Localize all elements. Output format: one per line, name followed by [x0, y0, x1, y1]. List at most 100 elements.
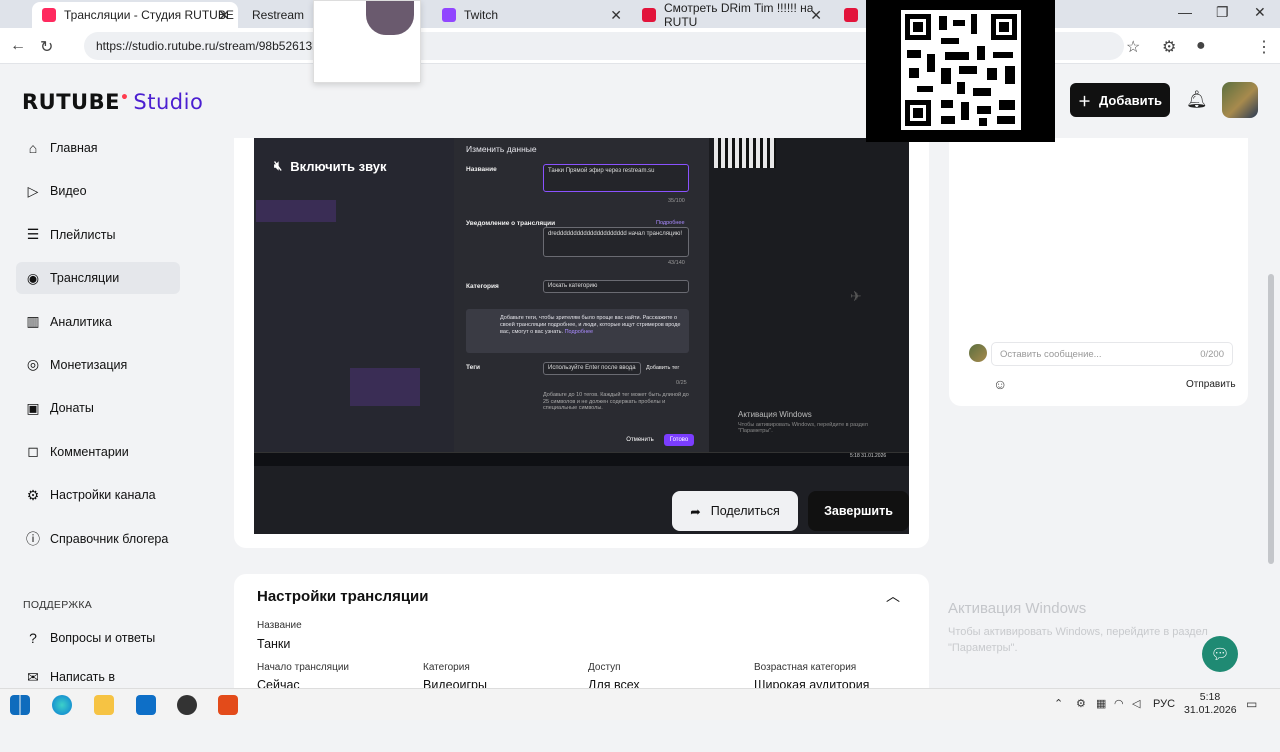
close-tab-icon[interactable]: ✕ [218, 7, 230, 24]
sidebar-item-monetization[interactable]: ◎ Монетизация [16, 349, 180, 381]
tab-label: Трансляции - Студия RUTUBE [64, 8, 234, 22]
close-window-icon[interactable]: ✕ [1254, 4, 1266, 21]
notify-count: 43/140 [668, 260, 685, 266]
back-arrow-icon[interactable]: ← [10, 37, 26, 55]
bell-icon[interactable]: 🔔︎ [1186, 90, 1208, 110]
sidebar-item-analytics[interactable]: ▥ Аналитика [16, 306, 180, 338]
name-field[interactable]: Танки Прямой эфир через restream.su [543, 164, 689, 192]
tab-rutube-studio[interactable]: Трансляции - Студия RUTUBE ✕ [32, 2, 238, 28]
sidebar-item-label: Донаты [50, 401, 94, 416]
category-search[interactable]: Искать категорию [543, 280, 689, 293]
sidebar-item-donations[interactable]: ▣ Донаты [16, 392, 180, 424]
stream-preview[interactable]: 🔇︎ Включить звук Изменить данные Названи… [254, 138, 909, 534]
brave-icon[interactable] [218, 695, 238, 715]
sidebar-item-label: Аналитика [50, 314, 112, 329]
preview-date: 31.01.2026 [861, 453, 887, 459]
sidebar-item-label: Главная [50, 141, 98, 155]
sidebar-item-write[interactable]: ✉ Написать в [16, 665, 180, 689]
logo-studio: Studio [133, 90, 204, 114]
settings-category-value: Видеоигры [423, 678, 487, 688]
notify-more-link[interactable]: Подробнее [656, 220, 685, 226]
add-tag-button[interactable]: Добавить тег [646, 365, 679, 371]
sidebar-item-channel-settings[interactable]: ⚙ Настройки канала [16, 479, 180, 511]
scrollbar-thumb[interactable] [1268, 274, 1274, 564]
star-icon[interactable]: ☆ [1126, 37, 1140, 57]
edge-icon[interactable] [52, 695, 72, 715]
preview-right-pane [709, 138, 909, 452]
close-tab-icon[interactable]: ✕ [810, 7, 822, 24]
sidebar-item-comments[interactable]: ◻ Комментарии [16, 436, 180, 468]
notify-label: Уведомление о трансляции [466, 220, 556, 227]
maximize-icon[interactable]: ❐ [1216, 4, 1229, 21]
dialog-done-button[interactable]: Готово [664, 434, 694, 446]
tray-chevron-icon[interactable]: ⌃ [1054, 697, 1063, 710]
close-tab-icon[interactable]: ✕ [610, 7, 622, 24]
minimize-icon[interactable]: — [1178, 4, 1192, 20]
sidebar-item-home[interactable]: ⌂ Главная [16, 132, 180, 164]
clock-date: 31.01.2026 [1184, 704, 1237, 716]
sidebar-item-broadcasts[interactable]: ◉ Трансляции [16, 262, 180, 295]
volume-icon[interactable]: ◁ [1132, 697, 1140, 710]
support-chat-icon[interactable]: 💬︎ [1202, 636, 1238, 672]
sidebar-item-playlists[interactable]: ☰ Плейлисты [16, 219, 180, 251]
sidebar-item-faq[interactable]: ? Вопросы и ответы [16, 622, 180, 654]
unmute-button[interactable]: 🔇︎ Включить звук [274, 158, 387, 174]
question-icon: ? [29, 630, 37, 646]
share-button[interactable]: ➦ Поделиться [672, 491, 798, 531]
notifications-icon[interactable]: ▭ [1246, 697, 1257, 711]
profile-icon[interactable]: ● [1196, 37, 1206, 55]
sidebar-item-label: Настройки канала [50, 488, 156, 503]
activation-watermark-title: Активация Windows [948, 600, 1087, 617]
tab-twitch[interactable]: Twitch ✕ [432, 2, 630, 28]
network-icon[interactable]: ▦ [1096, 697, 1106, 710]
finish-button[interactable]: Завершить [808, 491, 909, 531]
tip-more-link[interactable]: Подробнее [565, 329, 594, 335]
wifi-icon[interactable]: ◠ [1114, 697, 1124, 710]
file-explorer-icon[interactable] [94, 695, 114, 715]
obs-icon[interactable] [177, 695, 197, 715]
tab-rutube-watch[interactable]: Смотреть DRim Tim !!!!!! на RUTU ✕ [632, 1, 830, 29]
name-label: Название [466, 166, 497, 173]
tray-app-icon[interactable]: ⚙ [1076, 697, 1086, 710]
rutube-favicon-icon [642, 8, 656, 22]
comments-icon: ◻ [27, 443, 39, 460]
add-button[interactable]: ＋ Добавить [1070, 83, 1170, 117]
chevron-up-icon[interactable]: ︿ [886, 586, 900, 606]
emoji-icon[interactable]: ☺ [993, 376, 1007, 392]
overlay-thumbnail [313, 0, 421, 83]
info-icon: ⓘ [26, 530, 40, 547]
tags-input[interactable]: Используйте Enter после ввода [543, 362, 641, 375]
windows-start-icon[interactable] [10, 695, 30, 715]
kebab-menu-icon[interactable]: ⋮ [1256, 37, 1272, 57]
category-label: Категория [466, 283, 499, 290]
language-indicator[interactable]: РУС [1153, 698, 1175, 710]
analytics-icon: ▥ [26, 313, 40, 330]
preview-block [350, 368, 420, 406]
tab-restream[interactable]: Restream [242, 2, 312, 28]
preview-background [254, 138, 454, 452]
settings-category-label: Категория [423, 662, 470, 673]
page: RUTUBE• Studio ＋ Добавить 🔔︎ ⌂ Главная ▷ Ви… [0, 64, 1280, 688]
rutube-studio-logo[interactable]: RUTUBE• Studio [22, 90, 203, 114]
add-button-label: Добавить [1099, 92, 1162, 108]
sidebar-item-video[interactable]: ▷ Видео [16, 175, 180, 207]
dialog-title: Изменить данные [466, 144, 537, 154]
tags-count: 0/25 [676, 380, 687, 386]
settings-title: Настройки трансляции [257, 588, 429, 605]
sidebar-item-blogger-guide[interactable]: ⓘ Справочник блогера [16, 523, 180, 555]
clock[interactable]: 5:18 31.01.2026 [1184, 691, 1237, 717]
thumbnail-image [366, 1, 414, 35]
donate-icon: ▣ [26, 399, 40, 416]
extensions-icon[interactable]: ⚙ [1162, 37, 1176, 57]
tab-more[interactable] [834, 2, 864, 28]
scrollbar[interactable] [1266, 206, 1276, 752]
chat-message-input[interactable]: Оставить сообщение... 0/200 [991, 342, 1233, 366]
reload-icon[interactable]: ↻ [40, 37, 53, 57]
avatar[interactable] [1222, 82, 1258, 118]
send-button[interactable]: Отправить [1186, 379, 1236, 390]
avatar [969, 344, 987, 362]
outlook-icon[interactable] [136, 695, 156, 715]
notify-field[interactable]: dreddddddddddddddddddddd начал трансляци… [543, 227, 689, 257]
address-bar: ← ↻ https://studio.rutube.ru/stream/98b5… [0, 28, 1280, 64]
dialog-cancel-button[interactable]: Отменить [622, 434, 658, 446]
